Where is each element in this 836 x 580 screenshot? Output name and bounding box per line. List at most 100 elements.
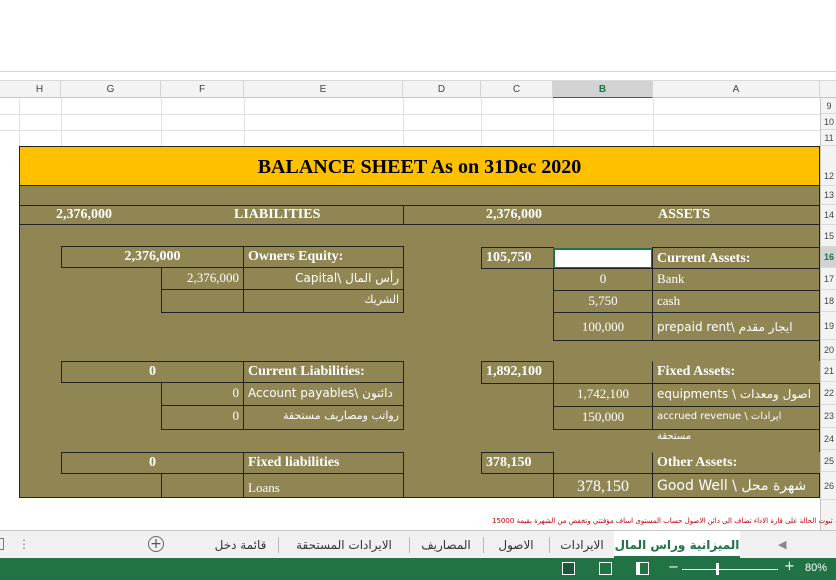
fixed-liabilities-total[interactable]: 0 — [61, 452, 244, 474]
loans-value[interactable] — [161, 473, 244, 498]
row-header[interactable]: 9 — [821, 98, 836, 114]
tab-income-statement[interactable]: قائمة دخل — [204, 531, 277, 559]
tab-balance-sheet[interactable]: الميزانية وراس المال — [614, 531, 740, 559]
row-header[interactable]: 26 — [821, 472, 836, 500]
tab-expenses[interactable]: المصاريف — [411, 531, 481, 559]
bank-value[interactable]: 0 — [553, 268, 653, 291]
status-bar: − + 80% — [0, 558, 836, 580]
row-header[interactable]: 24 — [821, 428, 836, 450]
formula-area[interactable] — [0, 0, 836, 72]
more-options-icon[interactable]: ⋮ — [18, 537, 30, 551]
current-liabilities-total[interactable]: 0 — [61, 361, 244, 383]
partner-value[interactable] — [161, 289, 244, 313]
row-header[interactable]: 13 — [821, 186, 836, 205]
other-assets-label[interactable]: Other Assets: — [652, 452, 820, 474]
normal-view-icon[interactable] — [562, 562, 575, 575]
current-assets-total[interactable]: 105,750 — [481, 247, 554, 269]
gridline — [553, 98, 554, 146]
zoom-slider-thumb[interactable] — [716, 563, 719, 575]
zoom-slider-track[interactable] — [682, 569, 778, 570]
divider — [409, 537, 410, 553]
owners-equity-label[interactable]: Owners Equity: — [243, 246, 404, 268]
scroll-tab-icon[interactable] — [0, 538, 4, 550]
loans-label[interactable]: Loans — [243, 473, 404, 498]
column-headers: H G F E D C B A — [0, 80, 836, 99]
col-header-g[interactable]: G — [61, 81, 161, 99]
goodwill-label[interactable]: Good Well \ شهرة محل — [652, 473, 820, 498]
tab-revenues[interactable]: الايرادات — [551, 531, 613, 559]
equipments-value[interactable]: 1,742,100 — [553, 383, 653, 407]
col-header-c[interactable]: C — [481, 81, 553, 99]
capital-label[interactable]: Capital\ رأس المال — [243, 267, 404, 290]
gridline — [161, 98, 162, 146]
col-header-b[interactable]: B — [553, 81, 653, 99]
accrued-revenue-label[interactable]: accrued revenue \ ايرادات مستحقة — [652, 406, 820, 442]
partner-label[interactable]: الشريك — [243, 289, 404, 313]
col-header-f[interactable]: F — [161, 81, 244, 99]
row-header[interactable]: 10 — [821, 114, 836, 130]
assets-total[interactable]: 2,376,000 — [486, 205, 542, 225]
equipments-label[interactable]: equipments \ اصول ومعدات — [652, 383, 820, 407]
tab-assets[interactable]: الاصول — [485, 531, 547, 559]
owners-equity-total[interactable]: 2,376,000 — [61, 246, 244, 268]
current-assets-label[interactable]: Current Assets: — [652, 247, 820, 269]
row-header[interactable]: 23 — [821, 405, 836, 428]
prepaid-rent-value[interactable]: 100,000 — [553, 312, 653, 341]
col-header-h[interactable]: H — [19, 81, 61, 99]
row-header[interactable]: 18 — [821, 290, 836, 312]
row-header[interactable]: 25 — [821, 450, 836, 472]
page-break-preview-icon[interactable] — [636, 562, 649, 575]
goodwill-value[interactable]: 378,150 — [553, 473, 653, 498]
accrued-salaries-value[interactable]: 0 — [161, 405, 244, 430]
accrued-salaries-label[interactable]: رواتب ومصاريف مستحقة — [243, 405, 404, 430]
zoom-out-icon[interactable]: − — [668, 560, 679, 575]
col-header-a[interactable]: A — [653, 81, 820, 99]
zoom-level[interactable]: 80% — [805, 562, 827, 574]
divider — [549, 537, 550, 553]
row-header[interactable]: 22 — [821, 382, 836, 405]
tab-accrued-revenue[interactable]: الايرادات المستحقة — [280, 531, 408, 559]
row-header[interactable]: 20 — [821, 340, 836, 360]
col-header-e[interactable]: E — [244, 81, 403, 99]
page-layout-icon[interactable] — [599, 562, 612, 575]
other-assets-total[interactable]: 378,150 — [481, 452, 554, 474]
cash-value[interactable]: 5,750 — [553, 290, 653, 313]
bank-label[interactable]: Bank — [652, 268, 820, 291]
sheet-title[interactable]: BALANCE SHEET As on 31Dec 2020 — [19, 146, 820, 186]
gridline — [0, 130, 820, 131]
footnote: في حالة ثبوت الحالة على قارة الاداء تضاف… — [492, 517, 836, 525]
row-header[interactable]: 17 — [821, 268, 836, 290]
assets-label[interactable]: ASSETS — [658, 205, 710, 225]
account-payables-value[interactable]: 0 — [161, 382, 244, 406]
selected-cell[interactable] — [553, 248, 653, 269]
row-header[interactable]: 11 — [821, 130, 836, 146]
row-headers: 9 10 11 12 13 14 15 16 17 18 19 20 21 22… — [820, 98, 836, 530]
divider — [483, 537, 484, 553]
row-header[interactable]: 16 — [821, 247, 836, 268]
row-header[interactable]: 21 — [821, 360, 836, 382]
col-header-d[interactable]: D — [403, 81, 481, 99]
prepaid-rent-label[interactable]: prepaid rent\ ايجار مقدم — [652, 312, 820, 341]
gridline — [19, 98, 20, 146]
fixed-assets-label[interactable]: Fixed Assets: — [652, 361, 820, 384]
fixed-liabilities-label[interactable]: Fixed liabilities — [243, 452, 404, 474]
zoom-in-icon[interactable]: + — [784, 559, 795, 574]
accrued-revenue-value[interactable]: 150,000 — [553, 406, 653, 430]
fixed-assets-total[interactable]: 1,892,100 — [481, 361, 554, 384]
account-payables-label[interactable]: Account payables\ دائنون — [243, 382, 404, 406]
row-header[interactable]: 14 — [821, 205, 836, 225]
row-header[interactable]: 19 — [821, 312, 836, 340]
capital-value[interactable]: 2,376,000 — [161, 267, 244, 290]
row-header[interactable]: 15 — [821, 225, 836, 247]
gridline — [61, 98, 62, 146]
current-liabilities-label[interactable]: Current Liabilities: — [243, 361, 404, 383]
add-sheet-icon[interactable]: + — [148, 536, 164, 552]
sheet-tabs-bar: ⋮ + قائمة دخل الايرادات المستحقة المصاري… — [0, 530, 836, 559]
scroll-left-icon[interactable]: ◀ — [778, 538, 786, 551]
liabilities-label[interactable]: LIABILITIES — [234, 205, 320, 225]
cash-label[interactable]: cash — [652, 290, 820, 313]
divider — [278, 537, 279, 553]
row-header[interactable]: 12 — [821, 146, 836, 186]
liabilities-total[interactable]: 2,376,000 — [56, 205, 112, 225]
gridline — [481, 98, 482, 146]
